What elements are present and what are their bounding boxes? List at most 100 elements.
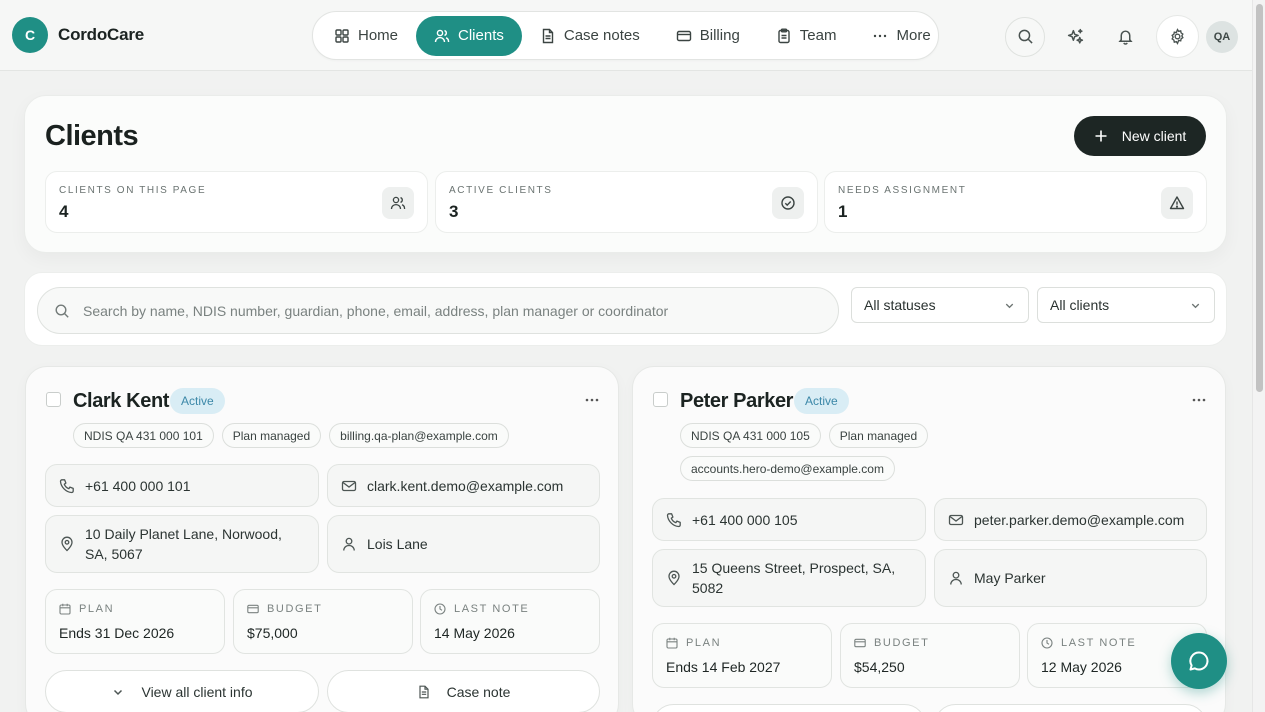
plan-label: PLAN <box>59 603 114 615</box>
users-icon <box>434 28 450 44</box>
stat-value: 4 <box>59 202 69 221</box>
budget-value: $75,000 <box>247 625 298 641</box>
status-badge: Active <box>794 388 849 414</box>
clock-icon <box>1041 637 1053 649</box>
guardian-value: May Parker <box>974 570 1046 586</box>
ai-assistant-button[interactable] <box>1055 17 1095 57</box>
client-tags: NDIS QA 431 000 105 Plan managed account… <box>680 423 1010 481</box>
dots-icon <box>872 28 888 44</box>
stat-value: 1 <box>838 202 848 221</box>
new-client-button[interactable]: New client <box>1074 116 1206 156</box>
more-options-button[interactable] <box>584 396 600 404</box>
page-title: Clients <box>45 120 139 152</box>
search-icon <box>1017 28 1034 45</box>
budget-box: BUDGET $54,250 <box>840 623 1020 688</box>
address-field[interactable]: 15 Queens Street, Prospect, SA, 5082 <box>652 549 926 607</box>
guardian-value: Lois Lane <box>367 536 428 552</box>
filter-bar: All statuses All clients <box>24 272 1227 346</box>
document-icon <box>417 685 431 699</box>
nav-item-team[interactable]: Team <box>758 16 855 56</box>
budget-label: BUDGET <box>854 637 929 649</box>
dots-icon <box>584 396 600 404</box>
person-icon <box>341 536 357 552</box>
brand-name: CordoCare <box>58 25 145 44</box>
ndis-tag: NDIS QA 431 000 101 <box>73 423 214 448</box>
client-filter-select[interactable]: All clients <box>1037 287 1215 323</box>
gear-icon <box>1169 28 1186 45</box>
email-field[interactable]: peter.parker.demo@example.com <box>934 498 1207 541</box>
view-client-info-button[interactable] <box>652 704 926 712</box>
card-icon <box>247 603 259 615</box>
search-input[interactable] <box>83 302 823 319</box>
card-icon <box>854 637 866 649</box>
guardian-field[interactable]: May Parker <box>934 549 1207 607</box>
clients-header: Clients New client CLIENTS ON THIS PAGE … <box>24 95 1227 253</box>
client-name[interactable]: Peter Parker <box>680 390 793 413</box>
last-note-box: LAST NOTE 14 May 2026 <box>420 589 600 654</box>
chevron-down-icon <box>1003 299 1016 312</box>
nav-item-home[interactable]: Home <box>316 16 416 56</box>
nav-item-label: Case notes <box>563 27 640 44</box>
email-value: clark.kent.demo@example.com <box>367 477 564 494</box>
nav-item-label: Clients <box>458 27 504 44</box>
last-note-value: 12 May 2026 <box>1041 659 1122 675</box>
settings-button[interactable] <box>1156 15 1199 58</box>
ndis-tag: NDIS QA 431 000 105 <box>680 423 821 448</box>
chevron-down-icon <box>111 685 125 699</box>
chevron-down-icon <box>1189 299 1202 312</box>
scrollbar-thumb[interactable] <box>1256 4 1263 392</box>
last-note-label: LAST NOTE <box>434 603 529 615</box>
guardian-field[interactable]: Lois Lane <box>327 515 600 573</box>
users-icon <box>382 187 414 219</box>
nav-item-billing[interactable]: Billing <box>658 16 758 56</box>
plan-box: PLAN Ends 31 Dec 2026 <box>45 589 225 654</box>
search-button[interactable] <box>1005 16 1045 57</box>
status-filter-select[interactable]: All statuses <box>851 287 1029 323</box>
more-options-button[interactable] <box>1191 396 1207 404</box>
phone-value: +61 400 000 101 <box>85 477 191 494</box>
avatar[interactable]: QA <box>1206 20 1238 53</box>
page-scrollbar[interactable] <box>1252 0 1265 712</box>
grid-icon <box>334 28 350 44</box>
search-icon <box>54 303 70 319</box>
client-name[interactable]: Clark Kent <box>73 390 169 413</box>
document-icon <box>540 28 556 44</box>
warning-icon <box>1161 187 1193 219</box>
email-field[interactable]: clark.kent.demo@example.com <box>327 464 600 507</box>
budget-label: BUDGET <box>247 603 322 615</box>
location-pin-icon <box>59 536 75 552</box>
mail-icon <box>948 512 964 528</box>
status-badge: Active <box>170 388 225 414</box>
nav-item-more[interactable]: More <box>854 16 948 56</box>
case-note-button[interactable] <box>934 704 1207 712</box>
select-client-checkbox[interactable] <box>46 392 61 407</box>
notifications-button[interactable] <box>1105 17 1145 57</box>
email-value: peter.parker.demo@example.com <box>974 511 1185 528</box>
chat-button[interactable] <box>1171 633 1227 689</box>
case-note-label: Case note <box>446 683 511 700</box>
main-nav: Home Clients Case notes Billing Team Mor… <box>312 11 939 60</box>
stat-active-clients: ACTIVE CLIENTS 3 <box>435 171 818 233</box>
select-client-checkbox[interactable] <box>653 392 668 407</box>
brand[interactable]: C CordoCare <box>12 17 144 53</box>
case-note-button[interactable]: Case note <box>327 670 600 712</box>
address-field[interactable]: 10 Daily Planet Lane, Norwood, SA, 5067 <box>45 515 319 573</box>
budget-value: $54,250 <box>854 659 905 675</box>
location-pin-icon <box>666 570 682 586</box>
search-box[interactable] <box>37 287 839 334</box>
stat-needs-assignment: NEEDS ASSIGNMENT 1 <box>824 171 1207 233</box>
phone-value: +61 400 000 105 <box>692 511 798 528</box>
plus-icon <box>1094 129 1108 143</box>
nav-item-clients[interactable]: Clients <box>416 15 522 56</box>
view-client-info-button[interactable]: View all client info <box>45 670 319 712</box>
phone-field[interactable]: +61 400 000 101 <box>45 464 319 507</box>
client-card: Clark Kent Active NDIS QA 431 000 101 Pl… <box>25 366 619 712</box>
person-icon <box>948 570 964 586</box>
phone-field[interactable]: +61 400 000 105 <box>652 498 926 541</box>
nav-item-case-notes[interactable]: Case notes <box>522 16 658 56</box>
plan-value: Ends 14 Feb 2027 <box>666 659 781 675</box>
mail-icon <box>341 478 357 494</box>
view-client-info-label: View all client info <box>141 683 253 700</box>
nav-item-label: Team <box>799 27 837 44</box>
card-icon <box>676 28 692 44</box>
